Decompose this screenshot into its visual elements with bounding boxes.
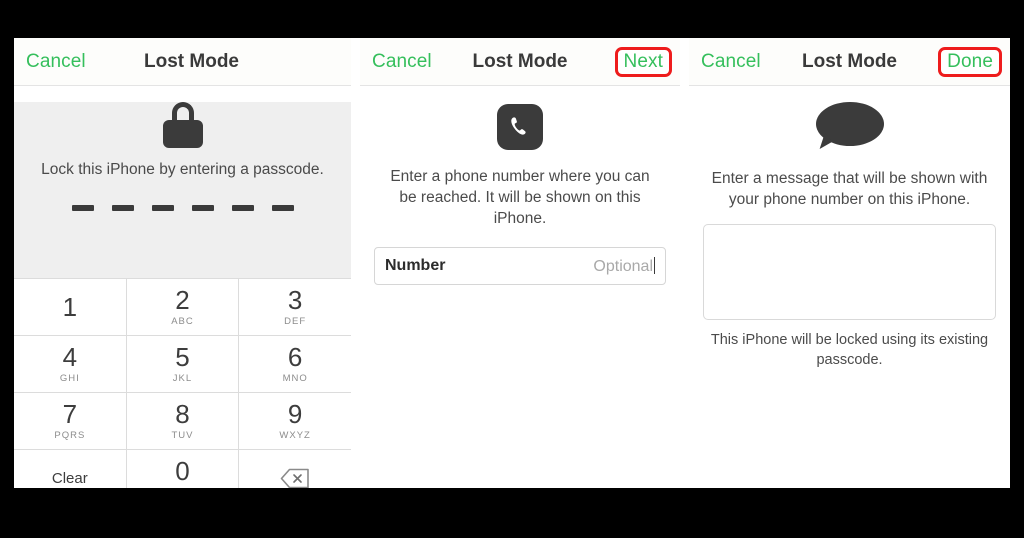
phone-number-panel: Cancel Lost Mode Next Enter a phone numb… xyxy=(360,38,680,488)
key-digit: 2 xyxy=(175,285,190,316)
key-letters: TUV xyxy=(171,430,194,442)
navbar-message: Cancel Lost Mode Done xyxy=(689,38,1010,86)
passcode-dash xyxy=(151,205,174,211)
key-digit: 8 xyxy=(175,399,190,430)
phone-number-input[interactable]: Number Optional xyxy=(374,247,666,286)
speech-bubble-icon xyxy=(814,102,886,153)
key-7[interactable]: 7 PQRS xyxy=(14,393,126,449)
key-digit: 0 xyxy=(175,456,190,486)
number-field-label: Number xyxy=(385,257,446,275)
navbar-passcode: Cancel Lost Mode xyxy=(14,38,351,86)
screenshot-stage: Cancel Lost Mode Lock this iPhone by ent… xyxy=(0,0,1024,538)
cancel-button-phone[interactable]: Cancel xyxy=(368,49,436,75)
text-caret xyxy=(654,256,655,274)
key-digit: 6 xyxy=(287,342,303,373)
message-panel: Cancel Lost Mode Done Enter a message th… xyxy=(689,38,1010,488)
key-plus: + xyxy=(179,487,185,489)
placeholder-text: Optional xyxy=(593,257,653,275)
key-backspace[interactable] xyxy=(239,450,351,488)
lock-icon xyxy=(161,102,205,148)
next-button[interactable]: Next xyxy=(614,46,672,77)
numeric-keypad: 1 2 ABC 3 DEF 4 GHI 5 JKL 6 MNO 7 PQRS 8… xyxy=(14,278,351,488)
number-field-placeholder: Optional xyxy=(593,256,655,276)
key-digit: 5 xyxy=(175,342,190,373)
key-digit: 4 xyxy=(62,342,78,373)
panel-divider xyxy=(351,38,360,488)
key-letters: MNO xyxy=(282,373,308,385)
cancel-button-message[interactable]: Cancel xyxy=(697,49,765,75)
key-9[interactable]: 9 WXYZ xyxy=(239,393,351,449)
passcode-dash-row xyxy=(14,205,351,211)
key-letters: WXYZ xyxy=(279,430,311,442)
navbar-phone: Cancel Lost Mode Next xyxy=(360,38,680,86)
key-letters: GHI xyxy=(59,373,80,385)
key-clear[interactable]: Clear xyxy=(14,450,126,488)
passcode-dash xyxy=(271,205,294,211)
passcode-dash xyxy=(71,205,94,211)
message-body: Enter a message that will be shown with … xyxy=(689,102,1010,488)
phone-instructions: Enter a phone number where you can be re… xyxy=(390,168,650,228)
key-5[interactable]: 5 JKL xyxy=(126,336,239,392)
cancel-button-passcode[interactable]: Cancel xyxy=(22,49,90,75)
key-6[interactable]: 6 MNO xyxy=(239,336,351,392)
phone-body: Enter a phone number where you can be re… xyxy=(360,104,680,488)
key-digit: 7 xyxy=(62,399,78,430)
key-letters: PQRS xyxy=(54,430,86,442)
key-0[interactable]: 0 + xyxy=(126,450,239,489)
passcode-dash xyxy=(231,205,254,211)
key-label: Clear xyxy=(51,469,88,487)
panel-frame: Cancel Lost Mode Lock this iPhone by ent… xyxy=(14,38,1010,488)
key-digit: 3 xyxy=(287,285,303,316)
lock-body xyxy=(162,120,203,148)
message-textarea[interactable] xyxy=(703,224,996,321)
passcode-panel: Cancel Lost Mode Lock this iPhone by ent… xyxy=(14,38,351,488)
done-button[interactable]: Done xyxy=(938,46,1002,77)
message-footnote: This iPhone will be locked using its exi… xyxy=(710,332,989,368)
message-instructions: Enter a message that will be shown with … xyxy=(711,170,988,209)
key-digit: 1 xyxy=(62,292,78,322)
key-letters: DEF xyxy=(284,316,307,328)
key-digit: 9 xyxy=(287,399,303,430)
key-1[interactable]: 1 xyxy=(14,279,126,335)
panel-divider xyxy=(680,38,689,488)
key-letters: ABC xyxy=(171,316,194,328)
passcode-caption: Lock this iPhone by entering a passcode. xyxy=(41,161,324,178)
passcode-entry-area: Lock this iPhone by entering a passcode. xyxy=(14,102,351,278)
backspace-icon xyxy=(280,468,310,489)
passcode-dash xyxy=(111,205,134,211)
key-letters: JKL xyxy=(172,373,193,385)
key-4[interactable]: 4 GHI xyxy=(14,336,126,392)
phone-icon xyxy=(497,104,543,150)
key-8[interactable]: 8 TUV xyxy=(126,393,239,449)
key-3[interactable]: 3 DEF xyxy=(239,279,351,335)
key-2[interactable]: 2 ABC xyxy=(126,279,239,335)
passcode-dash xyxy=(191,205,214,211)
